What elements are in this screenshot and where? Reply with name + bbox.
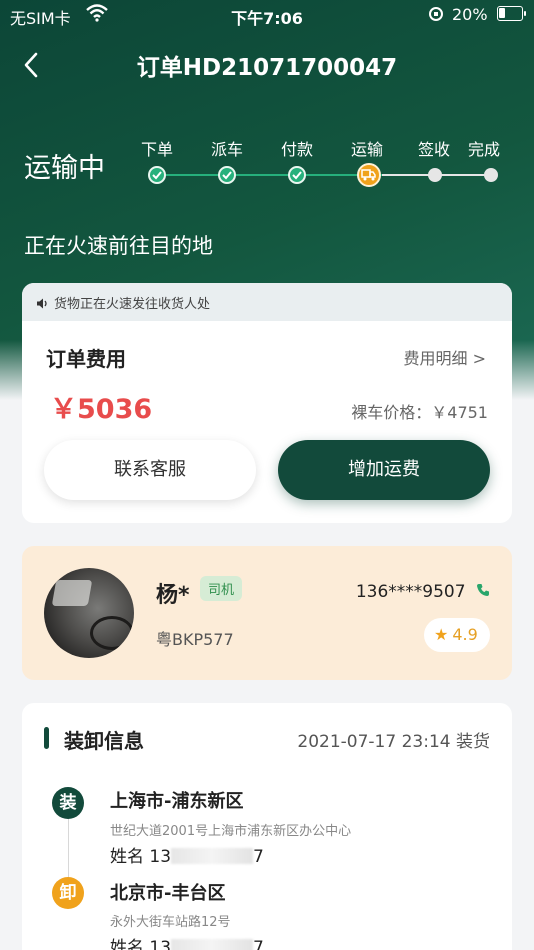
unload-city: 北京市-丰台区	[110, 883, 226, 904]
star-icon: ★	[434, 625, 449, 644]
load-city: 上海市-浦东新区	[110, 791, 244, 812]
driver-card[interactable]: 杨* 司机 136****9507 粤BKP577 ★ 4.9	[22, 546, 512, 680]
add-fee-button[interactable]: 增加运费	[278, 440, 490, 500]
load-badge: 装	[52, 787, 84, 819]
load-contact-suffix: 7	[253, 847, 264, 867]
nav-bar: 订单HD21071700047	[0, 40, 534, 88]
unload-address: 永外大街车站路12号	[110, 915, 231, 930]
driver-role-badge: 司机	[200, 576, 243, 601]
step-label-dispatch: 派车	[210, 140, 243, 159]
driver-phone[interactable]: 136****9507	[356, 582, 490, 602]
step-label-payment: 付款	[280, 140, 313, 159]
driver-rating: ★ 4.9	[424, 618, 490, 652]
load-address: 世纪大道2001号上海市浦东新区办公中心	[110, 824, 352, 839]
phone-icon[interactable]	[472, 584, 490, 601]
step-label-transport: 运输	[350, 140, 383, 159]
driver-name: 杨*	[156, 583, 190, 608]
driver-avatar	[44, 568, 134, 658]
battery-percent: 20%	[452, 5, 488, 24]
transport-status-text: 正在火速前往目的地	[24, 234, 213, 258]
notice-bar: 货物正在火速发往收货人处	[22, 283, 512, 321]
load-contact-prefix: 姓名 13	[110, 847, 172, 867]
section-accent-bar	[44, 727, 49, 749]
step-check-icon	[148, 166, 166, 184]
rating-value: 4.9	[452, 625, 478, 644]
loading-time: 2021-07-17 23:14 装货	[297, 732, 490, 752]
speaker-icon	[36, 298, 48, 313]
step-label-receipt: 签收	[417, 140, 450, 159]
step-label-order: 下单	[140, 140, 173, 159]
unload-badge: 卸	[52, 877, 84, 909]
contact-service-button[interactable]: 联系客服	[44, 440, 256, 500]
bare-price: 裸车价格：￥4751	[351, 403, 488, 422]
progress-line-done	[157, 174, 382, 176]
step-pending-dot	[484, 168, 498, 182]
load-contact: 姓名 13 7	[110, 842, 264, 867]
driver-plate: 粤BKP577	[156, 630, 234, 649]
fee-amount: ￥5036	[50, 394, 153, 425]
truck-icon	[357, 163, 381, 187]
unload-contact: 姓名 13 7	[110, 933, 264, 950]
battery-icon	[497, 6, 526, 21]
loading-info-title: 装卸信息	[64, 729, 144, 753]
step-label-complete: 完成	[467, 140, 500, 159]
order-progress-steps: 下单 派车 付款 运输 签收 完成	[140, 136, 510, 196]
page-title: 订单HD21071700047	[136, 55, 398, 81]
fee-detail-link[interactable]: 费用明细 >	[404, 345, 487, 369]
order-stage: 运输中	[24, 153, 105, 184]
driver-phone-number: 136****9507	[355, 582, 466, 602]
unload-contact-prefix: 姓名 13	[110, 938, 172, 950]
fee-title: 订单费用	[46, 347, 126, 371]
order-fee-card: 货物正在火速发往收货人处 订单费用 费用明细 > ￥5036 裸车价格：￥475…	[22, 283, 512, 523]
unload-contact-suffix: 7	[253, 938, 264, 950]
step-check-icon	[288, 166, 306, 184]
notice-text: 货物正在火速发往收货人处	[54, 297, 211, 312]
loading-info-card: 装卸信息 2021-07-17 23:14 装货 装 上海市-浦东新区 世纪大道…	[22, 703, 512, 950]
masked-digits	[171, 848, 254, 864]
masked-digits	[171, 939, 254, 950]
step-check-icon	[218, 166, 236, 184]
step-pending-dot	[428, 168, 442, 182]
rotation-lock-icon	[428, 6, 444, 26]
status-bar: 无SIM卡 下午7:06 20%	[0, 0, 534, 30]
